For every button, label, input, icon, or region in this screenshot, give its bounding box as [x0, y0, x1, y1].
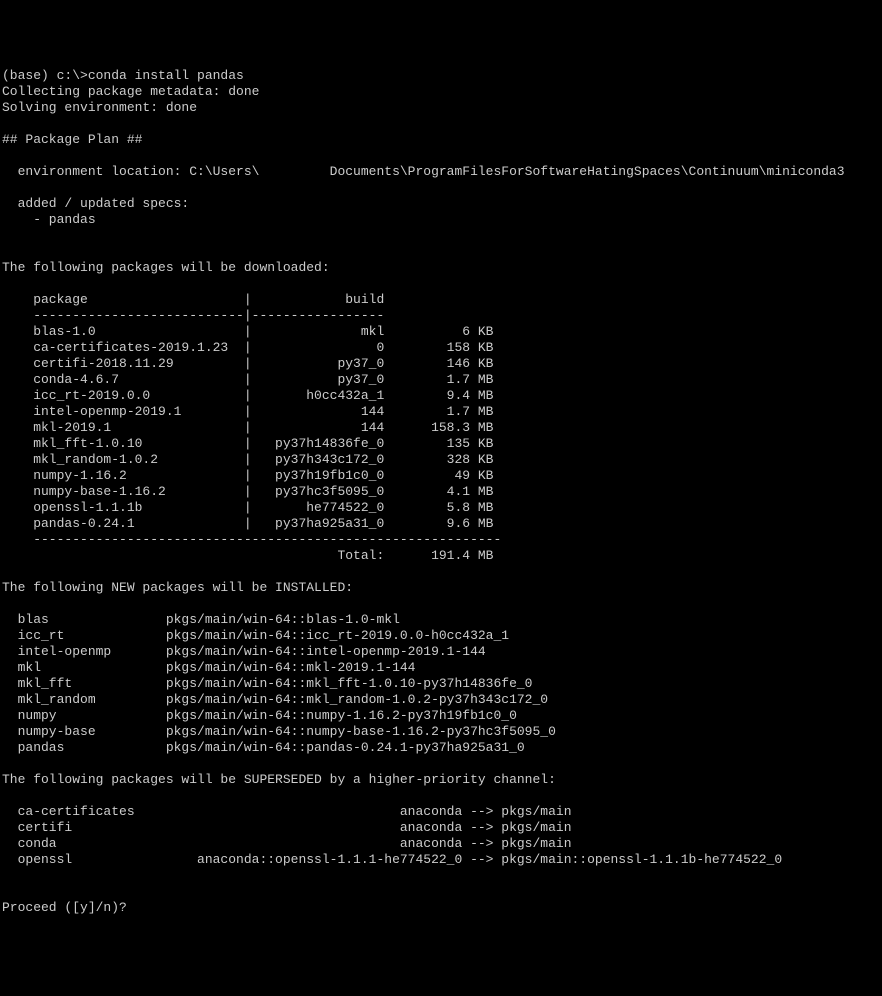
collecting-line: Collecting package metadata: done: [2, 84, 880, 100]
download-row: certifi-2018.11.29 | py37_0 146 KB: [2, 356, 880, 372]
download-row: mkl_fft-1.0.10 | py37h14836fe_0 135 KB: [2, 436, 880, 452]
blank-line: [2, 788, 880, 804]
supersede-row: conda anaconda --> pkgs/main: [2, 836, 880, 852]
plan-header: ## Package Plan ##: [2, 132, 880, 148]
blank-line: [2, 868, 880, 884]
proceed-prompt[interactable]: Proceed ([y]/n)?: [2, 900, 880, 916]
download-row: mkl-2019.1 | 144 158.3 MB: [2, 420, 880, 436]
download-row: numpy-1.16.2 | py37h19fb1c0_0 49 KB: [2, 468, 880, 484]
install-row: mkl pkgs/main/win-64::mkl-2019.1-144: [2, 660, 880, 676]
total-line: Total: 191.4 MB: [2, 548, 880, 564]
blank-line: [2, 116, 880, 132]
prompt-line[interactable]: (base) c:\>conda install pandas: [2, 68, 880, 84]
blank-line: [2, 884, 880, 900]
supersede-row: certifi anaconda --> pkgs/main: [2, 820, 880, 836]
download-row: numpy-base-1.16.2 | py37hc3f5095_0 4.1 M…: [2, 484, 880, 500]
download-row: pandas-0.24.1 | py37ha925a31_0 9.6 MB: [2, 516, 880, 532]
download-row: icc_rt-2019.0.0 | h0cc432a_1 9.4 MB: [2, 388, 880, 404]
install-row: numpy pkgs/main/win-64::numpy-1.16.2-py3…: [2, 708, 880, 724]
blank-line: [2, 756, 880, 772]
supersede-header: The following packages will be SUPERSEDE…: [2, 772, 880, 788]
install-row: mkl_random pkgs/main/win-64::mkl_random-…: [2, 692, 880, 708]
download-row: openssl-1.1.1b | he774522_0 5.8 MB: [2, 500, 880, 516]
download-header: The following packages will be downloade…: [2, 260, 880, 276]
install-row: icc_rt pkgs/main/win-64::icc_rt-2019.0.0…: [2, 628, 880, 644]
download-row: intel-openmp-2019.1 | 144 1.7 MB: [2, 404, 880, 420]
blank-line: [2, 228, 880, 244]
download-row: mkl_random-1.0.2 | py37h343c172_0 328 KB: [2, 452, 880, 468]
install-row: mkl_fft pkgs/main/win-64::mkl_fft-1.0.10…: [2, 676, 880, 692]
table-divider: ----------------------------------------…: [2, 532, 880, 548]
supersede-row: ca-certificates anaconda --> pkgs/main: [2, 804, 880, 820]
specs-item: - pandas: [2, 212, 880, 228]
specs-header: added / updated specs:: [2, 196, 880, 212]
table-divider: ---------------------------|------------…: [2, 308, 880, 324]
download-row: conda-4.6.7 | py37_0 1.7 MB: [2, 372, 880, 388]
install-header: The following NEW packages will be INSTA…: [2, 580, 880, 596]
solving-line: Solving environment: done: [2, 100, 880, 116]
table-header: package | build: [2, 292, 880, 308]
install-row: pandas pkgs/main/win-64::pandas-0.24.1-p…: [2, 740, 880, 756]
terminal-output: (base) c:\>conda install pandasCollectin…: [2, 68, 880, 916]
download-row: ca-certificates-2019.1.23 | 0 158 KB: [2, 340, 880, 356]
blank-line: [2, 564, 880, 580]
supersede-row: openssl anaconda::openssl-1.1.1-he774522…: [2, 852, 880, 868]
environment-location: environment location: C:\Users\ Document…: [2, 164, 880, 180]
blank-line: [2, 276, 880, 292]
blank-line: [2, 180, 880, 196]
download-row: blas-1.0 | mkl 6 KB: [2, 324, 880, 340]
blank-line: [2, 596, 880, 612]
blank-line: [2, 148, 880, 164]
install-row: blas pkgs/main/win-64::blas-1.0-mkl: [2, 612, 880, 628]
install-row: intel-openmp pkgs/main/win-64::intel-ope…: [2, 644, 880, 660]
blank-line: [2, 244, 880, 260]
install-row: numpy-base pkgs/main/win-64::numpy-base-…: [2, 724, 880, 740]
